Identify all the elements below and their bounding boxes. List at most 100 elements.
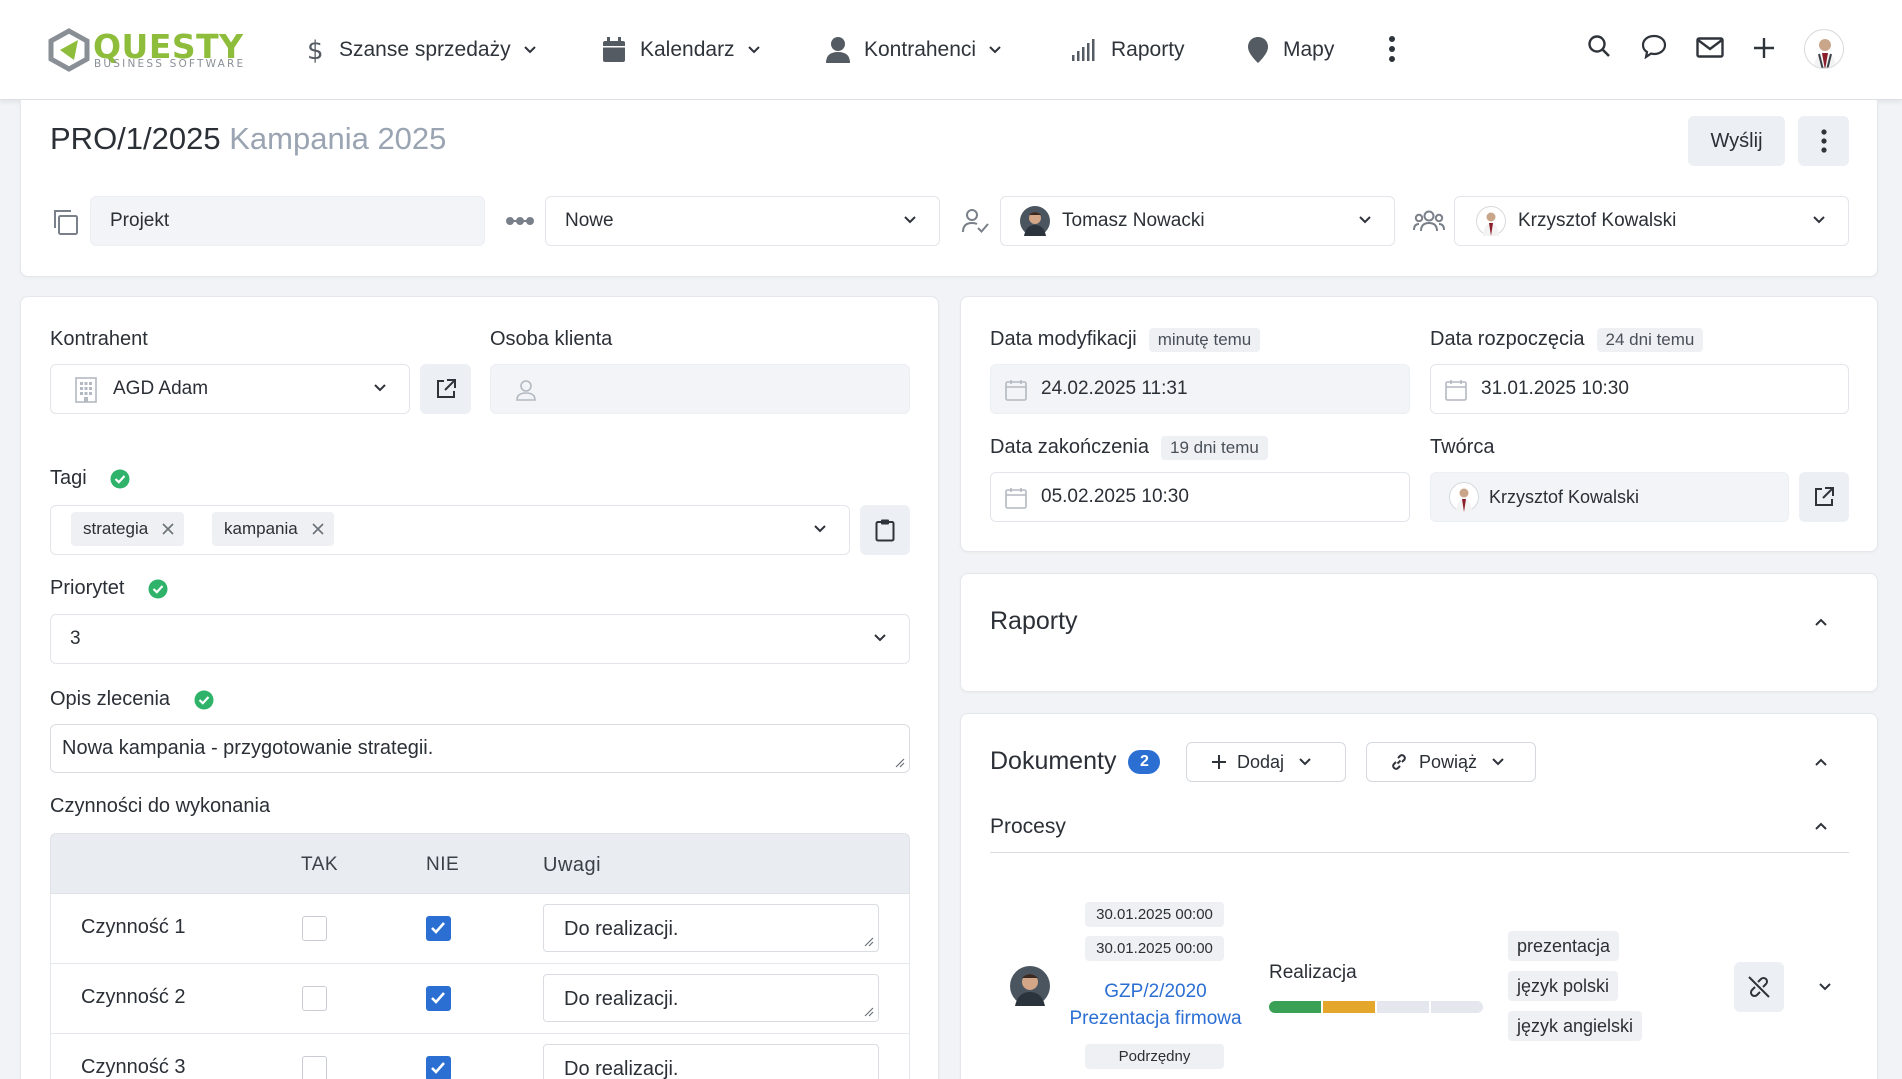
chevron-down-icon [874,634,886,642]
add-document-button[interactable]: Dodaj [1186,742,1346,782]
contractor-label: Kontrahent [50,328,148,350]
table-row: Czynność 1 Do realizacji. [50,894,910,964]
processes-section-title: Procesy [990,815,1066,838]
tag-chip[interactable]: strategia [71,512,185,546]
person-icon [826,37,850,63]
chevron-down-icon [904,216,916,224]
chevron-down-icon [374,384,386,392]
dollar-icon: $ [307,36,324,64]
logo-subtitle: BUSINESS SOFTWARE [94,58,246,70]
open-creator-button[interactable] [1799,472,1849,522]
nav-sales-opportunities[interactable]: $ Szanse sprzedaży [305,30,537,70]
more-vertical-icon [1820,129,1827,153]
status-select[interactable]: Nowe [545,196,940,246]
description-label: Opis zlecenia [50,688,171,710]
document-number: PRO/1/2025 [50,121,221,156]
section-divider [990,852,1849,853]
creator-value: Krzysztof Kowalski [1489,486,1640,507]
column-header-no: NIE [426,854,460,875]
end-date-label-text: Data zakończenia [990,436,1149,458]
link-document-label: Powiąż [1419,751,1478,772]
chevron-down-icon [1492,758,1504,766]
checkmark-icon [431,992,445,1004]
no-checkbox[interactable] [426,986,451,1011]
questy-logo[interactable]: QUESTY BUSINESS SOFTWARE [48,28,263,74]
nav-reports-label: Raporty [1111,38,1185,61]
user-avatar-image [1813,39,1837,68]
resize-handle-icon[interactable] [864,1007,874,1017]
owner-select[interactable]: Tomasz Nowacki [1000,196,1395,246]
remove-tag-icon[interactable] [162,523,174,535]
creator-label: Twórca [1430,436,1495,458]
chevron-down-icon[interactable] [1818,982,1832,992]
chevron-down-icon [989,46,1001,54]
end-date-input[interactable]: 05.02.2025 10:30 [990,472,1410,522]
priority-select[interactable]: 3 [50,614,910,664]
unlink-icon [1748,976,1770,998]
status-dots-icon [506,217,534,225]
resize-handle-icon[interactable] [895,758,905,768]
external-link-icon [436,379,456,398]
nav-reports[interactable]: Raporty [1071,30,1185,70]
yes-checkbox[interactable] [302,916,327,941]
progress-segment [1323,1001,1375,1013]
tag-chip[interactable]: kampania [212,512,334,546]
tags-label: Tagi [50,467,87,489]
contractor-select[interactable]: AGD Adam [50,364,410,414]
yes-checkbox[interactable] [302,986,327,1011]
nav-calendar[interactable]: Kalendarz [602,30,761,70]
no-checkbox[interactable] [426,1056,451,1079]
start-date-label: Data rozpoczęcia 24 dni temu [1430,328,1704,352]
chat-icon[interactable] [1641,34,1667,59]
tasks-label: Czynności do wykonania [50,795,271,817]
more-vertical-icon[interactable] [1388,36,1396,62]
type-field[interactable]: Projekt [90,196,485,246]
resize-handle-icon[interactable] [864,937,874,947]
checkmark-icon [431,1062,445,1074]
open-contractor-button[interactable] [420,364,471,414]
document-name: Kampania 2025 [229,121,447,156]
end-date-label: Data zakończenia 19 dni temu [990,436,1268,460]
end-date-value: 05.02.2025 10:30 [1041,486,1189,507]
yes-checkbox[interactable] [302,1056,327,1079]
user-avatar[interactable] [1804,29,1844,69]
start-date-input[interactable]: 31.01.2025 10:30 [1430,364,1849,414]
link-document-button[interactable]: Powiąż [1366,742,1536,782]
more-actions-button[interactable] [1798,116,1849,166]
document-link[interactable]: GZP/2/2020 Prezentacja firmowa [1058,978,1253,1032]
chevron-up-icon[interactable] [1814,757,1828,767]
calendar-outline-icon [1005,380,1027,401]
task-note-input[interactable]: Do realizacji. [543,904,879,952]
clipboard-button[interactable] [860,505,910,555]
participant-select[interactable]: Krzysztof Kowalski [1454,196,1849,246]
modified-date-field: 24.02.2025 11:31 [990,364,1410,414]
task-note-input[interactable]: Do realizacji. [543,1044,879,1079]
no-checkbox[interactable] [426,916,451,941]
tag-label: kampania [224,519,298,538]
chevron-up-icon[interactable] [1814,821,1828,831]
check-circle-icon [148,579,168,599]
document-date-chip: 30.01.2025 00:00 [1085,936,1224,961]
checkmark-icon [431,922,445,934]
calendar-outline-icon [1005,488,1027,509]
send-button[interactable]: Wyślij [1688,116,1785,166]
unlink-document-button[interactable] [1734,962,1784,1012]
nav-contractors[interactable]: Kontrahenci [826,30,1002,70]
description-textarea[interactable]: Nowa kampania - przygotowanie strategii. [50,724,910,773]
mail-icon[interactable] [1696,37,1724,58]
add-document-label: Dodaj [1237,751,1285,772]
nav-maps[interactable]: Mapy [1247,30,1334,70]
remove-tag-icon[interactable] [312,523,324,535]
task-note-input[interactable]: Do realizacji. [543,974,879,1022]
modified-date-label-text: Data modyfikacji [990,328,1137,350]
search-icon[interactable] [1587,34,1611,58]
page-title: PRO/1/2025 Kampania 2025 [50,121,446,157]
plus-icon[interactable] [1753,37,1775,59]
chevron-down-icon [1813,216,1825,224]
document-author-avatar [1010,966,1050,1006]
chevron-up-icon[interactable] [1814,617,1828,627]
link-icon [1392,754,1406,770]
documents-title: Dokumenty 2 [990,747,1161,776]
client-person-select[interactable] [490,364,910,414]
contractor-value: AGD Adam [113,378,209,399]
